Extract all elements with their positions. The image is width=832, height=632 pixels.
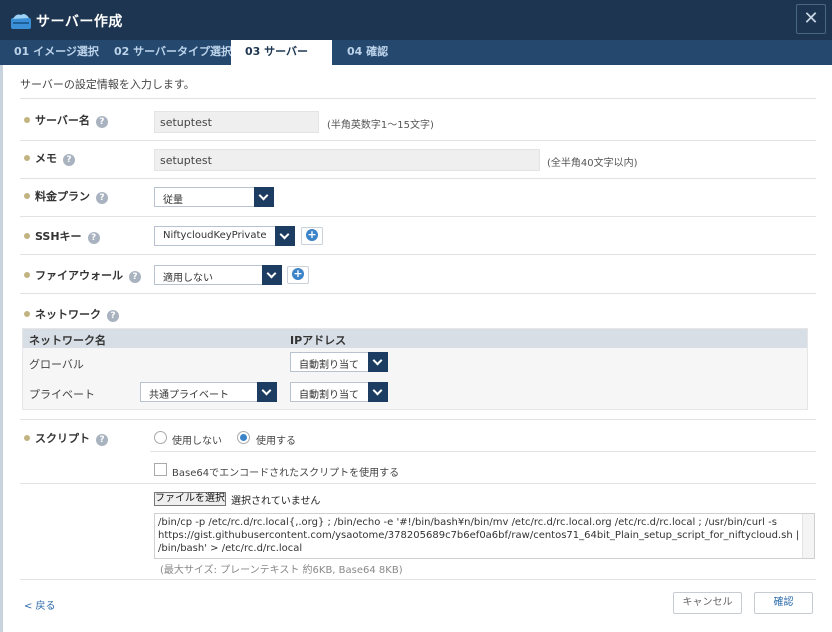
column-network-name: ネットワーク名 [29, 334, 106, 347]
ssh-key-select[interactable]: NiftycloudKeyPrivate [154, 226, 295, 246]
network-row-global-name: グローバル [29, 358, 84, 371]
close-icon[interactable]: ✕ [796, 4, 826, 34]
memo-input[interactable]: setuptest [154, 149, 540, 171]
tab-confirm[interactable]: 04 確認 [333, 40, 402, 65]
divider [20, 483, 816, 484]
bullet-icon [24, 193, 30, 199]
network-label: ネットワーク? [24, 306, 119, 322]
add-firewall-button[interactable] [287, 266, 309, 284]
memo-hint: (全半角40文字以内) [547, 158, 638, 169]
tab-server-settings[interactable]: 03 サーバー設定 [231, 40, 332, 82]
divider [150, 451, 816, 452]
help-icon[interactable]: ? [96, 434, 108, 446]
private-network-select[interactable]: 共通プライベート [140, 382, 277, 402]
max-size-note: (最大サイズ: プレーンテキスト 約6KB, Base64 8KB) [160, 565, 403, 576]
network-table-header: ネットワーク名 IPアドレス [23, 329, 807, 348]
divider [20, 98, 816, 99]
plan-label: 料金プラン? [24, 188, 108, 204]
chevron-down-icon [257, 382, 277, 402]
tab-server-type[interactable]: 02 サーバータイプ選択 [100, 40, 246, 65]
tab-image-select[interactable]: 01 イメージ選択 [0, 40, 113, 65]
server-name-input[interactable]: setuptest [154, 111, 319, 133]
global-ip-select[interactable]: 自動割り当て [290, 352, 388, 372]
server-name-hint: (半角英数字1〜15文字) [327, 120, 434, 131]
divider [20, 293, 816, 294]
base64-checkbox[interactable] [154, 463, 167, 476]
step-tabs: 01 イメージ選択 02 サーバータイプ選択 03 サーバー設定 04 確認 [0, 40, 832, 82]
script-on-label: 使用する [256, 436, 296, 447]
add-ssh-key-button[interactable] [301, 227, 323, 245]
bullet-icon [24, 435, 30, 441]
bullet-icon [24, 311, 30, 317]
memo-label: メモ? [24, 150, 75, 166]
chevron-down-icon [368, 352, 388, 372]
plan-select[interactable]: 従量 [154, 187, 274, 207]
divider [20, 178, 816, 179]
help-icon[interactable]: ? [95, 116, 108, 128]
divider [20, 140, 816, 141]
network-table: ネットワーク名 IPアドレス グローバル 自動割り当て プライベート 共通プライ… [22, 328, 808, 410]
scrollbar[interactable] [802, 514, 814, 558]
divider [20, 579, 816, 580]
file-status: 選択されていません [231, 496, 321, 507]
network-row-private-name: プライベート [29, 388, 95, 401]
help-icon[interactable]: ? [63, 154, 75, 166]
divider [20, 419, 816, 420]
confirm-button[interactable]: 確認 [754, 592, 813, 614]
back-link[interactable]: < 戻る [24, 597, 56, 612]
choose-file-button[interactable]: ファイルを選択 [154, 492, 226, 506]
script-textarea[interactable]: /bin/cp -p /etc/rc.d/rc.local{,.org} ; /… [154, 513, 815, 559]
chevron-down-icon [368, 382, 388, 402]
bullet-icon [24, 272, 30, 278]
chevron-down-icon [254, 187, 274, 207]
bullet-icon [24, 233, 30, 239]
bullet-icon [24, 117, 30, 123]
divider [20, 254, 816, 255]
cancel-button[interactable]: キャンセル [673, 592, 742, 614]
intro-text: サーバーの設定情報を入力します。 [20, 78, 195, 91]
private-ip-select[interactable]: 自動割り当て [290, 382, 388, 402]
help-icon[interactable]: ? [107, 310, 119, 322]
help-icon[interactable]: ? [96, 192, 108, 204]
firewall-label: ファイアウォール? [24, 267, 141, 283]
base64-label: Base64でエンコードされたスクリプトを使用する [172, 468, 400, 479]
script-on-radio[interactable] [237, 431, 250, 444]
bullet-icon [24, 155, 30, 161]
divider [20, 216, 816, 217]
script-off-label: 使用しない [172, 436, 222, 447]
ssh-key-label: SSHキー? [24, 228, 100, 244]
server-name-label: サーバー名? [24, 112, 108, 128]
script-label: スクリプト? [24, 430, 108, 446]
dialog-title: サーバー作成 [36, 14, 123, 30]
server-cloud-icon [11, 14, 31, 29]
firewall-select[interactable]: 適用しない [154, 265, 282, 285]
chevron-down-icon [262, 265, 282, 285]
dialog-titlebar: サーバー作成 ✕ [0, 0, 832, 40]
help-icon[interactable]: ? [129, 271, 141, 283]
help-icon[interactable]: ? [87, 232, 100, 244]
script-off-radio[interactable] [154, 431, 167, 444]
chevron-down-icon [275, 226, 295, 246]
column-ip-address: IPアドレス [290, 334, 347, 347]
left-border [0, 65, 3, 632]
